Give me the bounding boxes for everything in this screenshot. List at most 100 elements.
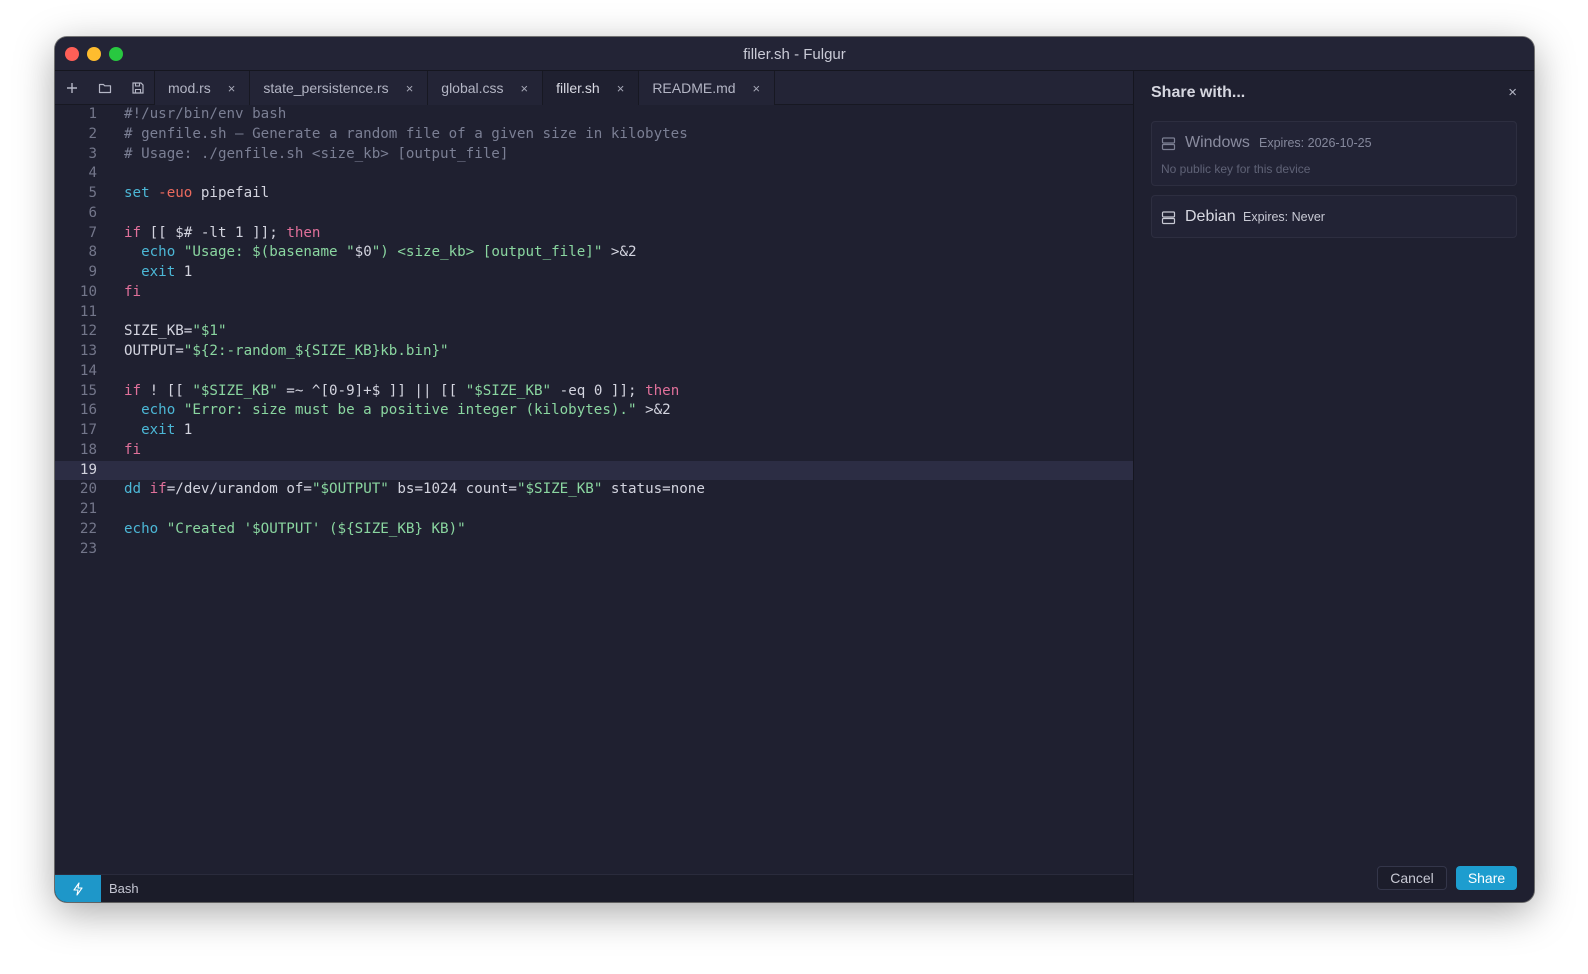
line-number: 23 xyxy=(79,540,97,557)
share-panel: Share with... × Windows Expires: 2026-10… xyxy=(1133,71,1534,902)
share-panel-title: Share with... xyxy=(1151,84,1246,101)
status-bar: Bash xyxy=(55,874,1133,902)
code-line[interactable]: 5 set -euo pipefail xyxy=(55,184,1133,204)
line-number: 16 xyxy=(79,402,97,419)
tab-close-icon[interactable]: × xyxy=(753,81,761,96)
line-text: fi xyxy=(124,283,142,300)
code-line[interactable]: 18 fi xyxy=(55,441,1133,461)
code-line[interactable]: 23 xyxy=(55,540,1133,560)
tab-mod-rs[interactable]: mod.rs × xyxy=(154,71,250,105)
code-line[interactable]: 7 if [[ $# -lt 1 ]]; then xyxy=(55,224,1133,244)
app-window: filler.sh - Fulgur mod.rs × state_persis… xyxy=(55,37,1534,902)
folder-icon xyxy=(98,83,111,94)
server-icon xyxy=(1161,211,1176,225)
code-line[interactable]: 14 xyxy=(55,362,1133,382)
code-line[interactable]: 9 exit 1 xyxy=(55,263,1133,283)
line-number: 7 xyxy=(88,224,97,241)
line-text: echo "Error: size must be a positive int… xyxy=(141,402,671,419)
line-text: if ! [[ "$SIZE_KB" =~ ^[0-9]+$ ]] || [[ … xyxy=(124,382,680,399)
plus-icon xyxy=(66,83,77,93)
server-icon xyxy=(1161,137,1176,151)
line-number: 6 xyxy=(88,204,97,221)
line-text: exit 1 xyxy=(141,422,193,438)
line-text: #!/usr/bin/env bash xyxy=(124,106,287,122)
tab-label: state_persistence.rs xyxy=(263,80,389,96)
line-number: 14 xyxy=(79,362,97,379)
new-file-button[interactable] xyxy=(55,71,88,105)
tab-readme-md[interactable]: README.md × xyxy=(638,71,776,105)
tab-label: global.css xyxy=(441,80,504,96)
line-number: 17 xyxy=(79,422,97,438)
line-text: exit 1 xyxy=(141,264,193,280)
line-number: 22 xyxy=(79,520,97,537)
line-number: 8 xyxy=(88,244,97,261)
code-line[interactable]: 22 echo "Created '$OUTPUT' (${SIZE_KB} KB… xyxy=(55,520,1133,540)
code-editor[interactable]: 1 #!/usr/bin/env bash 2 # genfile.sh — Gene… xyxy=(55,105,1133,874)
code-line[interactable]: 10 fi xyxy=(55,283,1133,303)
tab-global-css[interactable]: global.css × xyxy=(427,71,543,105)
device-item-windows[interactable]: Windows Expires: 2026-10-25 No public ke… xyxy=(1151,121,1517,186)
line-number: 9 xyxy=(88,264,97,280)
tab-close-icon[interactable]: × xyxy=(406,81,414,96)
device-note: No public key for this device xyxy=(1161,162,1311,176)
code-line[interactable]: 6 xyxy=(55,204,1133,224)
title-bar: filler.sh - Fulgur xyxy=(55,37,1534,71)
share-button[interactable]: Share xyxy=(1456,866,1517,890)
line-number: 20 xyxy=(79,481,97,498)
code-line[interactable]: 1 #!/usr/bin/env bash xyxy=(55,105,1133,125)
line-text: set -euo pipefail xyxy=(124,185,270,201)
code-line[interactable]: 21 xyxy=(55,500,1133,520)
code-line[interactable]: 13 OUTPUT="${2:-random_${SIZE_KB}kb.bin}" xyxy=(55,342,1133,362)
device-expiry: Expires: 2026-10-25 xyxy=(1259,136,1372,150)
line-number: 1 xyxy=(88,106,97,122)
code-line[interactable]: 11 xyxy=(55,303,1133,323)
tab-close-icon[interactable]: × xyxy=(617,81,625,96)
line-number: 12 xyxy=(79,323,97,340)
code-line[interactable]: 8 echo "Usage: $(basename "$0") <size_kb… xyxy=(55,243,1133,263)
line-text: # genfile.sh — Generate a random file of… xyxy=(124,125,688,142)
line-text: if [[ $# -lt 1 ]]; then xyxy=(124,224,321,241)
line-text: echo "Usage: $(basename "$0") <size_kb> … xyxy=(141,244,637,261)
code-line[interactable]: 4 xyxy=(55,164,1133,184)
status-action-button[interactable] xyxy=(55,875,101,902)
tab-close-icon[interactable]: × xyxy=(521,81,529,96)
code-line[interactable]: 16 echo "Error: size must be a positive … xyxy=(55,401,1133,421)
tab-close-icon[interactable]: × xyxy=(228,81,236,96)
line-number: 3 xyxy=(88,145,97,162)
device-item-debian[interactable]: Debian Expires: Never xyxy=(1151,195,1517,238)
share-close-icon[interactable]: × xyxy=(1508,84,1517,101)
line-number: 18 xyxy=(79,441,97,458)
line-number: 13 xyxy=(79,343,97,359)
line-number: 15 xyxy=(79,382,97,399)
editor-pane: mod.rs × state_persistence.rs × global.c… xyxy=(55,71,1133,902)
code-line[interactable]: 3 # Usage: ./genfile.sh <size_kb> [output… xyxy=(55,145,1133,165)
language-mode[interactable]: Bash xyxy=(109,881,139,896)
tab-label: filler.sh xyxy=(556,80,600,96)
line-number: 2 xyxy=(88,125,97,142)
line-text: # Usage: ./genfile.sh <size_kb> [output_… xyxy=(124,145,509,162)
code-line[interactable]: 15 if ! [[ "$SIZE_KB" =~ ^[0-9]+$ ]] || [… xyxy=(55,382,1133,402)
line-text: OUTPUT="${2:-random_${SIZE_KB}kb.bin}" xyxy=(124,343,449,359)
code-line[interactable]: 2 # genfile.sh — Generate a random file o… xyxy=(55,125,1133,145)
tab-state-persistence-rs[interactable]: state_persistence.rs × xyxy=(249,71,428,105)
code-line[interactable]: 12 SIZE_KB="$1" xyxy=(55,322,1133,342)
cancel-button[interactable]: Cancel xyxy=(1377,866,1447,890)
line-number: 11 xyxy=(79,303,97,320)
tab-label: README.md xyxy=(652,80,736,96)
code-line[interactable]: 17 exit 1 xyxy=(55,421,1133,441)
line-text: dd if=/dev/urandom of="$OUTPUT" bs=1024 … xyxy=(124,481,705,498)
line-number: 10 xyxy=(79,283,97,300)
device-name: Windows xyxy=(1185,134,1250,151)
code-line[interactable]: 20 dd if=/dev/urandom of="$OUTPUT" bs=102… xyxy=(55,480,1133,500)
tab-label: mod.rs xyxy=(168,80,211,96)
save-button[interactable] xyxy=(121,71,154,105)
code-line[interactable]: 19 xyxy=(55,460,1133,481)
device-expiry: Expires: Never xyxy=(1243,210,1325,224)
open-folder-button[interactable] xyxy=(88,71,121,105)
line-number: 19 xyxy=(79,461,97,478)
line-number: 21 xyxy=(79,501,97,517)
line-text: echo "Created '$OUTPUT' (${SIZE_KB} KB)" xyxy=(124,520,466,537)
tab-filler-sh[interactable]: filler.sh × xyxy=(542,71,639,105)
line-text: SIZE_KB="$1" xyxy=(124,323,227,340)
tab-bar: mod.rs × state_persistence.rs × global.c… xyxy=(55,71,1133,105)
